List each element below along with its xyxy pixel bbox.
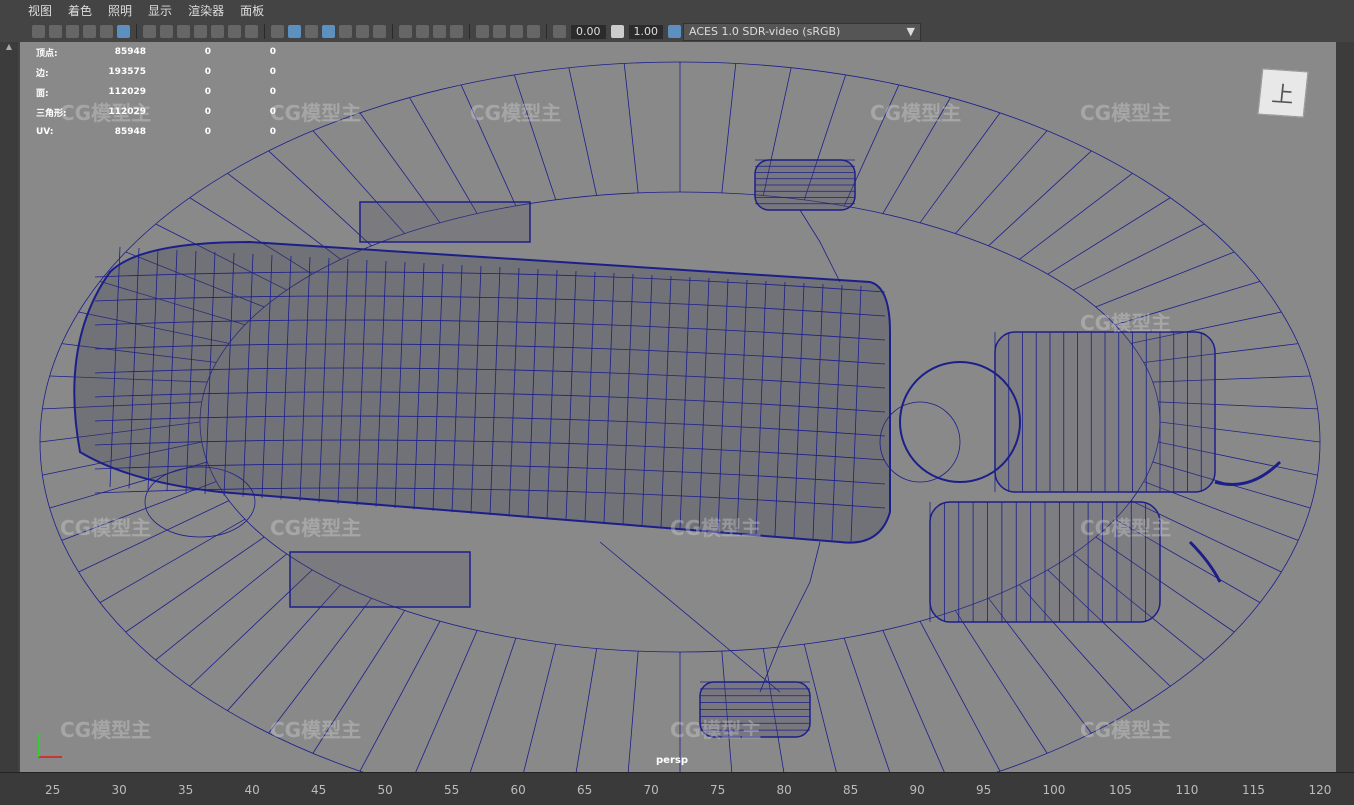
menu-panels[interactable]: 面板 xyxy=(232,2,272,19)
timeline-tick-label: 60 xyxy=(510,783,526,797)
color-management-icon[interactable] xyxy=(668,25,681,38)
watermark: CG模型主 xyxy=(670,718,762,742)
scroll-up-icon[interactable]: ▲ xyxy=(0,42,18,51)
timeline-tick-label: 115 xyxy=(1242,783,1265,797)
panel-toolbar: 0.00 1.00 ACES 1.0 SDR-video (sRGB) ▼ xyxy=(0,21,1354,42)
timeline-tick-label: 35 xyxy=(178,783,194,797)
grease-pencil-icon[interactable] xyxy=(117,25,130,38)
watermark: CG模型主 xyxy=(870,101,962,125)
timeline-tick-label: 110 xyxy=(1175,783,1199,797)
menu-bar: 视图 着色 照明 显示 渲染器 面板 xyxy=(0,0,1354,21)
timeline-tick-label: 90 xyxy=(909,783,925,797)
hud-row-vertices: 顶点: 85948 0 0 xyxy=(36,47,276,59)
exposure-field[interactable]: 0.00 xyxy=(571,24,606,39)
field-chart-icon[interactable] xyxy=(211,25,224,38)
poly-count-hud: 顶点: 85948 0 0 边: 193575 0 0 面: 112029 0 … xyxy=(36,42,276,142)
timeline-tick-label: 120 xyxy=(1308,783,1332,797)
timeline-tick-label: 105 xyxy=(1109,783,1132,797)
camera-attr-icon[interactable] xyxy=(49,25,62,38)
menu-lighting[interactable]: 照明 xyxy=(100,2,140,19)
chevron-down-icon: ▼ xyxy=(906,25,915,38)
color-space-value: ACES 1.0 SDR-video (sRGB) xyxy=(689,25,841,38)
timeline-tick-label: 80 xyxy=(776,783,792,797)
menu-shading[interactable]: 着色 xyxy=(60,2,100,19)
timeline-tick-label: 30 xyxy=(111,783,127,797)
watermark: CG模型主 xyxy=(1080,311,1172,335)
axis-gizmo-icon xyxy=(38,734,62,758)
exposure-icon[interactable] xyxy=(553,25,566,38)
motion-blur-icon[interactable] xyxy=(416,25,429,38)
wireframe-model xyxy=(39,61,1321,772)
watermark: CG模型主 xyxy=(1080,718,1172,742)
timeline-tick-label: 50 xyxy=(377,783,393,797)
2d-pan-icon[interactable] xyxy=(100,25,113,38)
color-space-select[interactable]: ACES 1.0 SDR-video (sRGB) ▼ xyxy=(683,22,921,41)
shadows-icon[interactable] xyxy=(373,25,386,38)
timeline-tick-label: 25 xyxy=(45,783,61,797)
menu-show[interactable]: 显示 xyxy=(140,2,180,19)
gamma-field[interactable]: 1.00 xyxy=(628,24,663,39)
smooth-shade-icon[interactable] xyxy=(288,25,301,38)
xray-joints-icon[interactable] xyxy=(510,25,523,38)
film-gate-icon[interactable] xyxy=(160,25,173,38)
image-plane-icon[interactable] xyxy=(83,25,96,38)
menu-renderer[interactable]: 渲染器 xyxy=(180,2,232,19)
timeline-tick-label: 45 xyxy=(311,783,327,797)
safe-action-icon[interactable] xyxy=(228,25,241,38)
timeline-tick-label: 65 xyxy=(577,783,593,797)
camera-icon[interactable] xyxy=(32,25,45,38)
camera-name: persp xyxy=(656,755,688,766)
view-cube[interactable]: 上 xyxy=(1257,68,1309,118)
right-panel-edge xyxy=(1336,42,1354,772)
watermark: CG模型主 xyxy=(1080,516,1172,540)
left-scrollbar[interactable]: ▲ xyxy=(0,42,18,772)
time-slider[interactable]: 25 30 35 40 45 50 55 60 65 70 75 80 85 90 95 100 105 110 1… xyxy=(0,772,1354,805)
lights-icon[interactable] xyxy=(356,25,369,38)
timeline-tick-label: 85 xyxy=(843,783,859,797)
anti-aliasing-icon[interactable] xyxy=(433,25,446,38)
xray-components-icon[interactable] xyxy=(527,25,540,38)
3d-viewport[interactable]: CG模型主 CG模型主 CG模型主 CG模型主 CG模型主 CG模型主 CG模型… xyxy=(20,42,1336,772)
hud-row-faces: 面: 112029 0 0 xyxy=(36,87,276,99)
watermark: CG模型主 xyxy=(1080,101,1172,125)
safe-title-icon[interactable] xyxy=(245,25,258,38)
screen-space-ao-icon[interactable] xyxy=(399,25,412,38)
resolution-gate-icon[interactable] xyxy=(177,25,190,38)
hud-row-uvs: UV: 85948 0 0 xyxy=(36,127,276,137)
timeline-tick-label: 55 xyxy=(444,783,460,797)
watermark: CG模型主 xyxy=(270,516,362,540)
watermark: CG模型主 xyxy=(60,718,152,742)
depth-of-field-icon[interactable] xyxy=(450,25,463,38)
timeline-tick-label: 100 xyxy=(1042,783,1066,797)
grid-icon[interactable] xyxy=(143,25,156,38)
gamma-icon[interactable] xyxy=(610,25,624,38)
watermark: CG模型主 xyxy=(60,516,152,540)
wireframe-on-shaded-icon[interactable] xyxy=(322,25,335,38)
timeline-tick-label: 75 xyxy=(710,783,726,797)
hud-row-triangles: 三角形: 112029 0 0 xyxy=(36,107,276,119)
timeline-tick-label: 70 xyxy=(643,783,659,797)
timeline-tick-label: 40 xyxy=(244,783,260,797)
bookmark-icon[interactable] xyxy=(66,25,79,38)
watermark: CG模型主 xyxy=(270,101,362,125)
timeline-tick-label: 95 xyxy=(976,783,992,797)
default-material-icon[interactable] xyxy=(305,25,318,38)
gate-mask-icon[interactable] xyxy=(194,25,207,38)
isolate-select-icon[interactable] xyxy=(476,25,489,38)
hud-row-edges: 边: 193575 0 0 xyxy=(36,67,276,79)
menu-view[interactable]: 视图 xyxy=(0,2,60,19)
textured-icon[interactable] xyxy=(339,25,352,38)
xray-icon[interactable] xyxy=(493,25,506,38)
watermark: CG模型主 xyxy=(270,718,362,742)
wireframe-icon[interactable] xyxy=(271,25,284,38)
watermark: CG模型主 xyxy=(670,516,762,540)
watermark: CG模型主 xyxy=(470,101,562,125)
